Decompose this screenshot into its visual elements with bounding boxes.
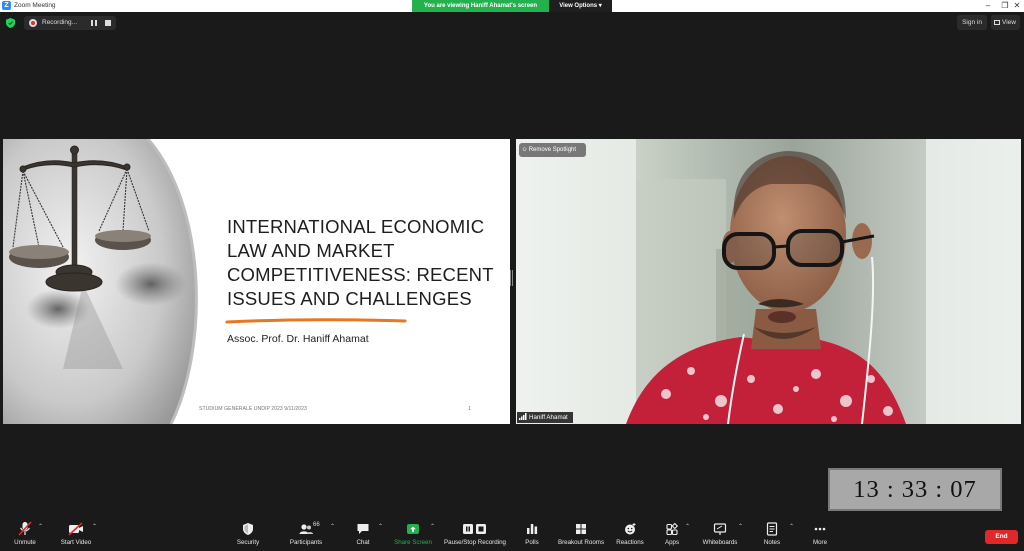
participant-video[interactable] xyxy=(516,139,1021,424)
shared-screen[interactable]: International Economic Law and Market Co… xyxy=(3,139,510,424)
start-video-button[interactable]: Start Video ⌃ xyxy=(56,521,97,550)
recording-dot-icon xyxy=(29,19,37,27)
start-video-label: Start Video xyxy=(60,539,92,546)
recording-indicator: Recording... xyxy=(24,16,116,30)
sign-in-button[interactable]: Sign in xyxy=(957,15,987,30)
participants-caret-icon[interactable]: ⌃ xyxy=(330,523,335,530)
apps-label: Apps xyxy=(664,539,680,546)
view-button[interactable]: View xyxy=(991,15,1020,30)
security-button[interactable]: Security xyxy=(234,521,262,550)
signal-strength-icon xyxy=(519,413,527,420)
notes-button[interactable]: Notes ⌃ xyxy=(762,521,794,550)
apps-icon xyxy=(666,522,679,536)
share-screen-label: Share Screen xyxy=(394,539,432,546)
more-dots-icon xyxy=(814,527,826,531)
slide-footer: STUDIUM GENERALE UNDIP 2023 9/11/2023 xyxy=(199,406,307,412)
security-label: Security xyxy=(236,539,260,546)
video-options-caret-icon[interactable]: ⌃ xyxy=(92,523,97,530)
close-window-button[interactable]: ✕ xyxy=(1008,0,1024,12)
whiteboards-caret-icon[interactable]: ⌃ xyxy=(738,523,743,530)
end-meeting-button[interactable]: End xyxy=(985,530,1018,544)
participants-count: 66 xyxy=(313,522,320,528)
share-screen-caret-icon[interactable]: ⌃ xyxy=(430,523,435,530)
polls-label: Polls xyxy=(525,539,539,546)
reactions-smiley-icon xyxy=(625,523,636,535)
pause-stop-icon xyxy=(463,524,486,534)
screen-share-banner: You are viewing Haniff Ahamat's screen V… xyxy=(412,0,612,12)
pause-recording-icon[interactable] xyxy=(91,20,97,26)
view-layout-icon xyxy=(994,19,1000,25)
participants-button[interactable]: 66 Participants ⌃ xyxy=(286,521,335,550)
recording-status: Recording... xyxy=(42,19,78,26)
unmute-label: Unmute xyxy=(14,539,36,546)
notes-caret-icon[interactable]: ⌃ xyxy=(789,523,794,530)
pause-stop-recording-button[interactable]: Pause/Stop Recording xyxy=(443,521,507,550)
reactions-label: Reactions xyxy=(616,539,644,546)
notes-label: Notes xyxy=(763,539,781,546)
participants-icon xyxy=(299,524,313,534)
apps-button[interactable]: Apps ⌃ xyxy=(662,521,690,550)
stop-recording-icon[interactable] xyxy=(105,20,111,26)
more-label: More xyxy=(812,539,828,546)
whiteboards-label: Whiteboards xyxy=(702,539,738,546)
remove-spotlight-button[interactable]: ✩ Remove Spotlight xyxy=(519,143,586,157)
share-screen-icon xyxy=(407,524,419,534)
unmute-button[interactable]: Unmute ⌃ xyxy=(8,521,43,550)
video-off-icon xyxy=(68,522,83,536)
chat-bubble-icon xyxy=(357,524,369,534)
viewing-screen-message: You are viewing Haniff Ahamat's screen xyxy=(412,0,549,12)
participant-name: Haniff Ahamat xyxy=(529,414,568,421)
split-view-drag-handle[interactable] xyxy=(510,270,513,286)
chat-caret-icon[interactable]: ⌃ xyxy=(378,523,383,530)
chat-label: Chat xyxy=(356,539,370,546)
security-shield-icon xyxy=(243,523,253,535)
minimize-button[interactable]: – xyxy=(979,0,997,12)
meeting-toolbar xyxy=(0,520,1024,551)
whiteboard-icon xyxy=(713,523,727,535)
share-screen-button[interactable]: Share Screen ⌃ xyxy=(393,521,435,550)
speaker-video-frame xyxy=(516,139,1021,424)
clock-overlay: 13 : 33 : 07 xyxy=(828,468,1002,511)
apps-caret-icon[interactable]: ⌃ xyxy=(685,523,690,530)
participants-label: Participants xyxy=(289,539,323,546)
view-label: View xyxy=(1002,19,1016,26)
breakout-rooms-button[interactable]: Breakout Rooms xyxy=(556,521,606,550)
view-options-button[interactable]: View Options ▾ xyxy=(549,0,612,12)
more-button[interactable]: More xyxy=(810,521,830,550)
reactions-button[interactable]: Reactions xyxy=(614,521,646,550)
slide-author: Assoc. Prof. Dr. Haniff Ahamat xyxy=(227,333,369,345)
microphone-muted-icon xyxy=(18,521,32,536)
chat-button[interactable]: Chat ⌃ xyxy=(352,521,383,550)
breakout-rooms-icon xyxy=(576,524,586,534)
window-title: Zoom Meeting xyxy=(14,2,56,9)
whiteboards-button[interactable]: Whiteboards ⌃ xyxy=(700,521,743,550)
breakout-rooms-label: Breakout Rooms xyxy=(557,539,605,546)
pause-stop-recording-label: Pause/Stop Recording xyxy=(444,539,506,546)
participant-name-tag: Haniff Ahamat xyxy=(517,412,573,423)
notes-icon xyxy=(766,522,778,536)
audio-options-caret-icon[interactable]: ⌃ xyxy=(38,523,43,530)
polls-icon xyxy=(527,524,538,534)
slide-page-number: 1 xyxy=(468,406,472,412)
view-options-label: View Options xyxy=(559,3,598,9)
polls-button[interactable]: Polls xyxy=(522,521,542,550)
encryption-shield-icon[interactable] xyxy=(6,18,15,28)
zoom-app-icon: Z xyxy=(2,1,11,10)
slide-title: International Economic Law and Market Co… xyxy=(227,216,494,309)
remove-spotlight-label: Remove Spotlight xyxy=(528,147,577,153)
